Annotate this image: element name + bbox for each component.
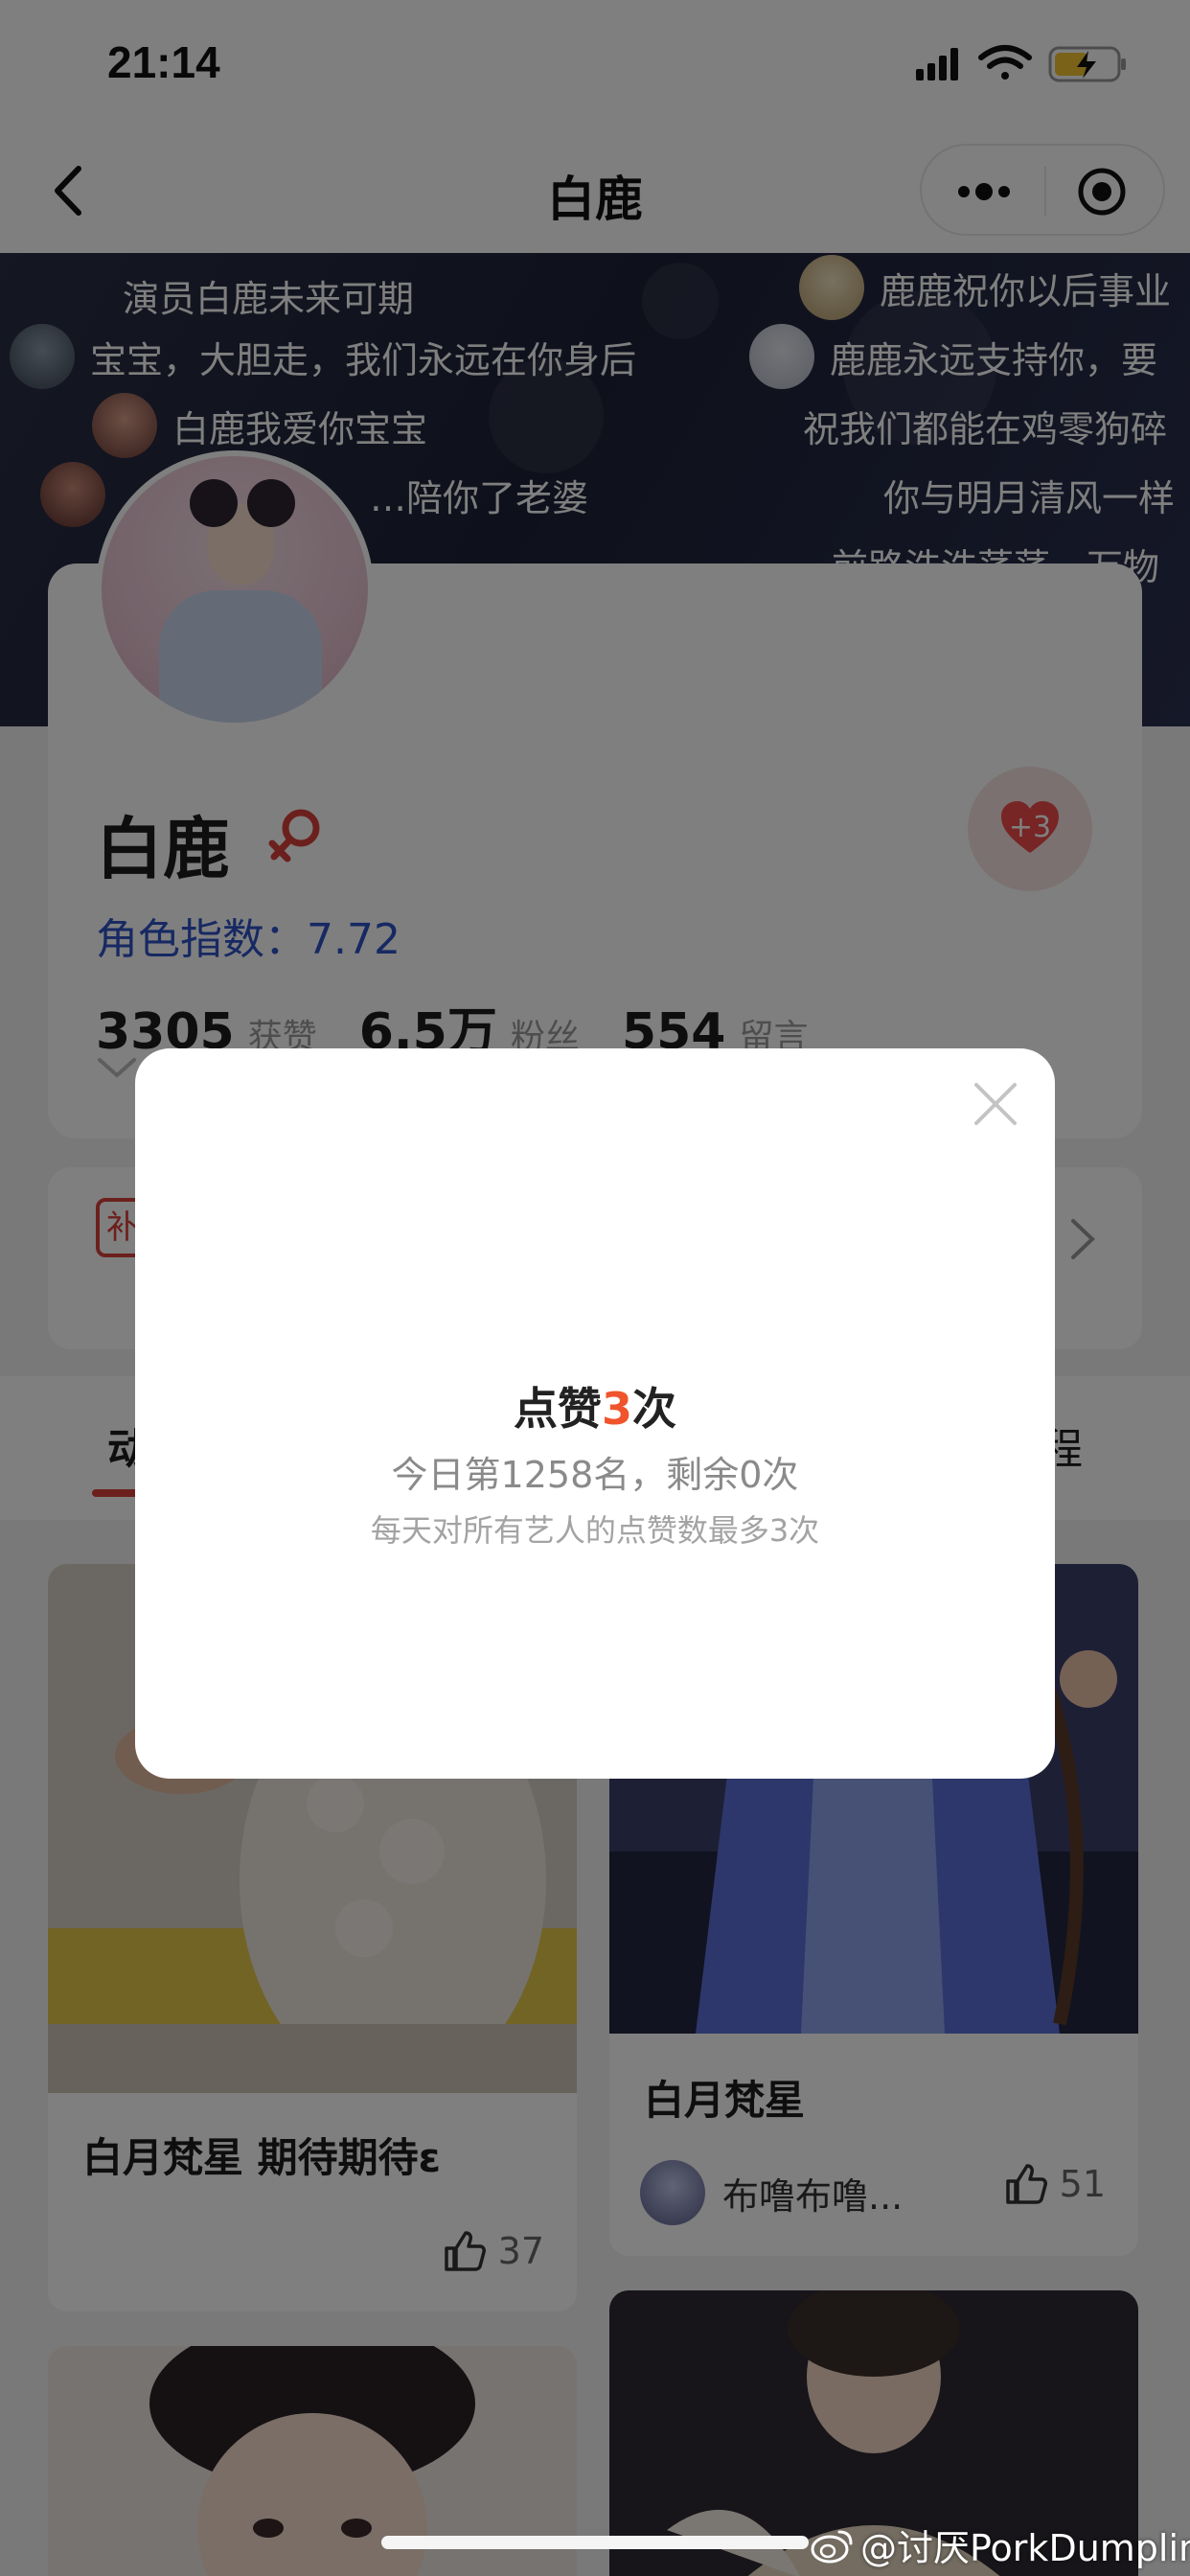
modal-title-suffix: 次 [632, 1383, 676, 1435]
modal-note: 每天对所有艺人的点赞数最多3次 [370, 1512, 820, 1549]
close-icon[interactable] [969, 1077, 1022, 1131]
home-indicator[interactable] [381, 2536, 809, 2549]
modal-title: 点赞3次 [135, 1374, 1055, 1438]
weibo-logo-icon [811, 2530, 853, 2563]
modal-like-count: 3 [601, 1383, 632, 1435]
modal-title-prefix: 点赞 [513, 1383, 602, 1435]
like-result-modal: 点赞3次 今日第1258名，剩余0次 每天对所有艺人的点赞数最多3次 [135, 1048, 1055, 1779]
modal-rank-text: 今日第1258名，剩余0次 [391, 1454, 799, 1496]
watermark: @讨厌PorkDumplings [811, 2518, 1190, 2571]
watermark-text: @讨厌PorkDumplings [860, 2527, 1190, 2569]
